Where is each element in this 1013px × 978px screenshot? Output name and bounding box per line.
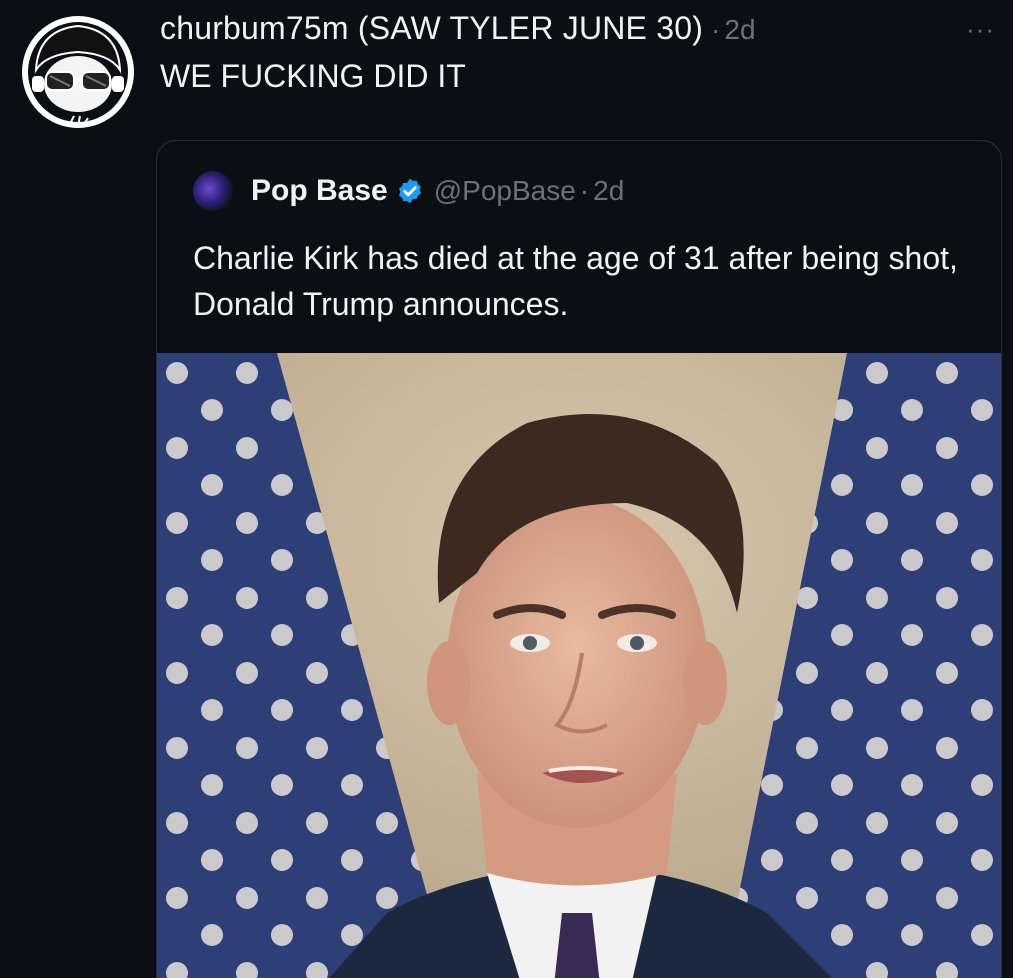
quoted-separator: · <box>579 175 590 206</box>
user-avatar[interactable] <box>18 12 138 132</box>
verified-badge-icon <box>398 178 421 204</box>
quoted-post-photo[interactable] <box>157 353 1001 978</box>
username[interactable]: churbum75m (SAW TYLER JUNE 30) <box>160 10 703 47</box>
quoted-avatar[interactable] <box>193 171 233 211</box>
post-time[interactable]: 2d <box>724 14 755 46</box>
ellipsis-icon[interactable]: ··· <box>966 14 995 45</box>
quoted-display-name[interactable]: Pop Base <box>251 174 388 208</box>
screen: churbum75m (SAW TYLER JUNE 30) · 2d ··· … <box>0 0 1013 978</box>
quoted-post-header: Pop Base @PopBase · 2d <box>193 171 624 211</box>
quoted-handle[interactable]: @PopBase <box>434 175 576 207</box>
avatar-icon <box>22 16 134 128</box>
separator-dot: · <box>711 14 721 45</box>
post-text: WE FUCKING DID IT <box>160 58 466 94</box>
quoted-post-text: Charlie Kirk has died at the age of 31 a… <box>193 240 958 322</box>
post-header: churbum75m (SAW TYLER JUNE 30) · 2d <box>160 10 993 50</box>
quoted-post-card[interactable]: Pop Base @PopBase · 2d Charlie Kirk has … <box>156 140 1002 978</box>
quoted-time[interactable]: 2d <box>593 175 624 207</box>
portrait-photo <box>157 353 1001 978</box>
